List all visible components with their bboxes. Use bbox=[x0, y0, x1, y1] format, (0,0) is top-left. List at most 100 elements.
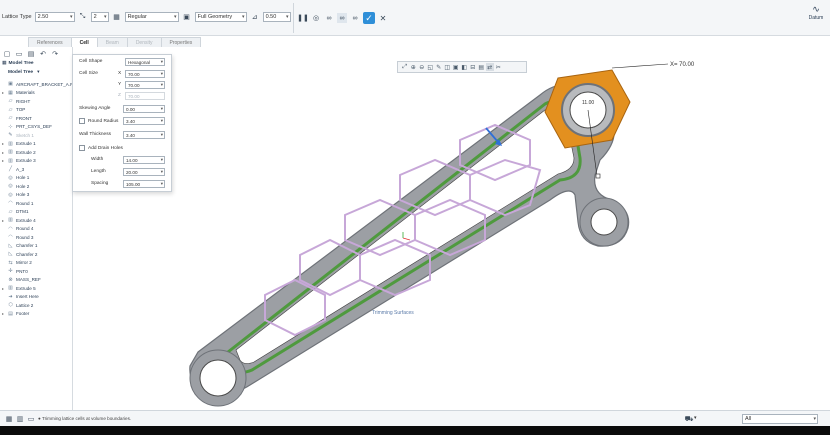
tree-item[interactable]: ⇆ Mirror 2 bbox=[2, 259, 31, 268]
layout-icon[interactable]: ▦ bbox=[4, 414, 14, 424]
drain-width-input[interactable]: 14.00 ▾ bbox=[123, 156, 165, 164]
tree-item[interactable]: ╱ A_3 bbox=[2, 165, 24, 174]
filter-select[interactable]: All ▾ bbox=[742, 414, 818, 424]
tree-item[interactable]: ⊹ PRT_CSYS_DEF bbox=[2, 123, 52, 132]
datum-button[interactable]: ∿ Datum bbox=[806, 4, 826, 21]
extrude-icon: ▥ bbox=[8, 217, 13, 224]
tab-properties[interactable]: Properties bbox=[160, 37, 202, 47]
ok-check-icon[interactable]: ✓ bbox=[363, 12, 375, 24]
dimension-small-label[interactable]: 11.00 bbox=[582, 100, 594, 106]
tree-item[interactable]: ◎ Hole 2 bbox=[2, 182, 29, 191]
tree-item[interactable]: ▸ ▥ Extrude 2 bbox=[2, 148, 36, 157]
tree-item[interactable]: ◺ Chamfer 1 bbox=[2, 242, 38, 251]
round-radius-checkbox[interactable] bbox=[79, 118, 85, 124]
tree-item[interactable]: ▣ AIRCRAFT_BRACKET_A.PRT bbox=[2, 80, 79, 89]
tree-item[interactable]: ◠ Round 3 bbox=[2, 233, 33, 242]
skewing-angle-input[interactable]: 0.00 ▾ bbox=[123, 105, 165, 113]
style-select[interactable]: Regular ▾ bbox=[124, 12, 179, 22]
wall-thickness-input[interactable]: 3.40 ▾ bbox=[123, 131, 165, 139]
tab-beam[interactable]: Beam bbox=[96, 37, 128, 47]
chevron-down-icon: ▾ bbox=[160, 157, 163, 162]
tree-item-label: Hole 2 bbox=[16, 183, 30, 189]
cancel-close-icon[interactable]: ✕ bbox=[378, 13, 388, 23]
display-style-icon[interactable]: ▣ bbox=[452, 63, 460, 71]
tree-item[interactable]: ▸ ▥ Extrude 3 bbox=[2, 157, 36, 166]
lattice-type-select[interactable]: 2.50 ▾ bbox=[34, 12, 75, 22]
verify-icon[interactable]: ∞ bbox=[337, 13, 347, 23]
redo-icon[interactable]: ↷ bbox=[50, 49, 60, 59]
zoom-in-icon[interactable]: ⊕ bbox=[410, 63, 418, 71]
tree-item[interactable]: ➜ Insert Here bbox=[2, 293, 38, 302]
glasses-icon[interactable]: ∞ bbox=[324, 13, 334, 23]
wall-thickness-label: Wall Thickness bbox=[79, 132, 111, 137]
chevron-down-icon[interactable]: ▾ bbox=[694, 415, 697, 421]
tab-cell[interactable]: Cell bbox=[70, 37, 98, 47]
save-icon[interactable]: ▤ bbox=[26, 49, 36, 59]
tree-item[interactable]: ▱ FRONT bbox=[2, 114, 32, 123]
model-tree-tab[interactable]: ▦ Model Tree bbox=[2, 59, 70, 67]
tab-density[interactable]: Density bbox=[126, 37, 162, 47]
round-radius-input[interactable]: 3.40 ▾ bbox=[123, 117, 165, 125]
tree-item[interactable]: ◎ Hole 3 bbox=[2, 191, 29, 200]
tree-item[interactable]: ✎ Sketch 1 bbox=[2, 131, 33, 140]
graphics-viewport[interactable]: X= 70.00 11.00 Trimming Surfaces bbox=[173, 47, 830, 410]
new-icon[interactable]: ▢ bbox=[2, 49, 12, 59]
tree-item[interactable]: ▸ ▦ Materials bbox=[2, 89, 35, 98]
tree-item[interactable]: ◠ Round 4 bbox=[2, 225, 33, 234]
dimension-x-label[interactable]: X= 70.00 bbox=[670, 62, 695, 68]
tree-item[interactable]: ▸ ▤ Footer bbox=[2, 310, 29, 319]
glasses-preview-icon[interactable]: ∞ bbox=[350, 13, 360, 23]
orient-icon[interactable]: ◫ bbox=[444, 63, 452, 71]
drag-handle[interactable] bbox=[595, 173, 601, 179]
drain-holes-checkbox[interactable] bbox=[79, 145, 85, 151]
cell-size-y-input[interactable]: 70.00 ▾ bbox=[125, 81, 165, 89]
tree-item[interactable]: ▸ ▥ Extrude 5 bbox=[2, 284, 36, 293]
preview-icon[interactable]: ◎ bbox=[311, 13, 321, 23]
refit-icon[interactable]: ⤢ bbox=[401, 63, 409, 71]
tree-item[interactable]: ▱ DTM1 bbox=[2, 208, 29, 217]
undo-icon[interactable]: ↶ bbox=[38, 49, 48, 59]
geometry-select[interactable]: Full Geometry ▾ bbox=[194, 12, 247, 22]
repaint-icon[interactable]: ◱ bbox=[427, 63, 435, 71]
thickness-input[interactable]: 0.50 ▾ bbox=[262, 12, 291, 22]
ribbon: Lattice Type 2.50 ▾ ⤡ 2 ▾ ▦ Regular ▾ ▣ Ful… bbox=[0, 0, 830, 36]
model-tree-panel: ▢ ▭ ▤ ↶ ↷ ▦ Model Tree Model Tree ▾ ▣ AIRC… bbox=[0, 47, 79, 410]
tree-item[interactable]: ▱ RIGHT bbox=[2, 97, 31, 106]
tab-references[interactable]: References bbox=[28, 37, 72, 47]
length-label: Length bbox=[91, 169, 106, 174]
open-icon[interactable]: ▭ bbox=[14, 49, 24, 59]
tree-item[interactable]: ▸ ▥ Extrude 4 bbox=[2, 216, 36, 225]
message-log-icon[interactable]: ▭ bbox=[26, 414, 36, 424]
tree-item[interactable]: ▱ TOP bbox=[2, 106, 26, 115]
tree-settings-icon[interactable]: ▾ bbox=[37, 70, 39, 75]
round-icon: ◠ bbox=[8, 200, 13, 207]
cell-shape-select[interactable]: Hexagonal ▾ bbox=[125, 58, 165, 66]
cell-size-x-input[interactable]: 70.00 ▾ bbox=[125, 70, 165, 78]
selection-filter-icon[interactable]: ⛟ bbox=[684, 414, 694, 424]
annotation-display-icon[interactable]: ✂ bbox=[495, 63, 503, 71]
tree-item[interactable]: ◺ Chamfer 2 bbox=[2, 250, 38, 259]
saved-views-icon[interactable]: ◧ bbox=[461, 63, 469, 71]
chevron-down-icon: ▾ bbox=[160, 132, 163, 137]
drain-spacing-input[interactable]: 105.00 ▾ bbox=[123, 180, 165, 188]
tree-item[interactable]: ◠ Round 1 bbox=[2, 199, 33, 208]
x-axis-label: X bbox=[118, 71, 122, 76]
browser-icon[interactable]: ▥ bbox=[15, 414, 25, 424]
drain-length-input[interactable]: 20.00 ▾ bbox=[123, 168, 165, 176]
materials-icon: ▦ bbox=[8, 89, 13, 96]
surface-label: Trimming Surfaces bbox=[372, 310, 414, 316]
tree-item[interactable]: ▸ ▥ Extrude 1 bbox=[2, 140, 36, 149]
pan-icon[interactable]: ✎ bbox=[435, 63, 443, 71]
tree-item[interactable]: ⊗ MASS_REF bbox=[2, 276, 40, 285]
pause-icon[interactable]: ❚❚ bbox=[297, 13, 309, 23]
tree-item-label: Materials bbox=[16, 90, 35, 96]
view-manager-icon[interactable]: ⊟ bbox=[469, 63, 477, 71]
tree-item[interactable]: ✢ PNT0 bbox=[2, 267, 27, 276]
tree-item[interactable]: ⬡ Lattice 2 bbox=[2, 301, 33, 310]
tree-item[interactable]: ◎ Hole 1 bbox=[2, 174, 29, 183]
tree-header[interactable]: Model Tree ▾ bbox=[8, 70, 39, 75]
zoom-out-icon[interactable]: ⊖ bbox=[418, 63, 426, 71]
spin-center-icon[interactable]: ⇄ bbox=[486, 63, 494, 71]
datum-display-icon[interactable]: ▤ bbox=[478, 63, 486, 71]
count-select[interactable]: 2 ▾ bbox=[90, 12, 109, 22]
